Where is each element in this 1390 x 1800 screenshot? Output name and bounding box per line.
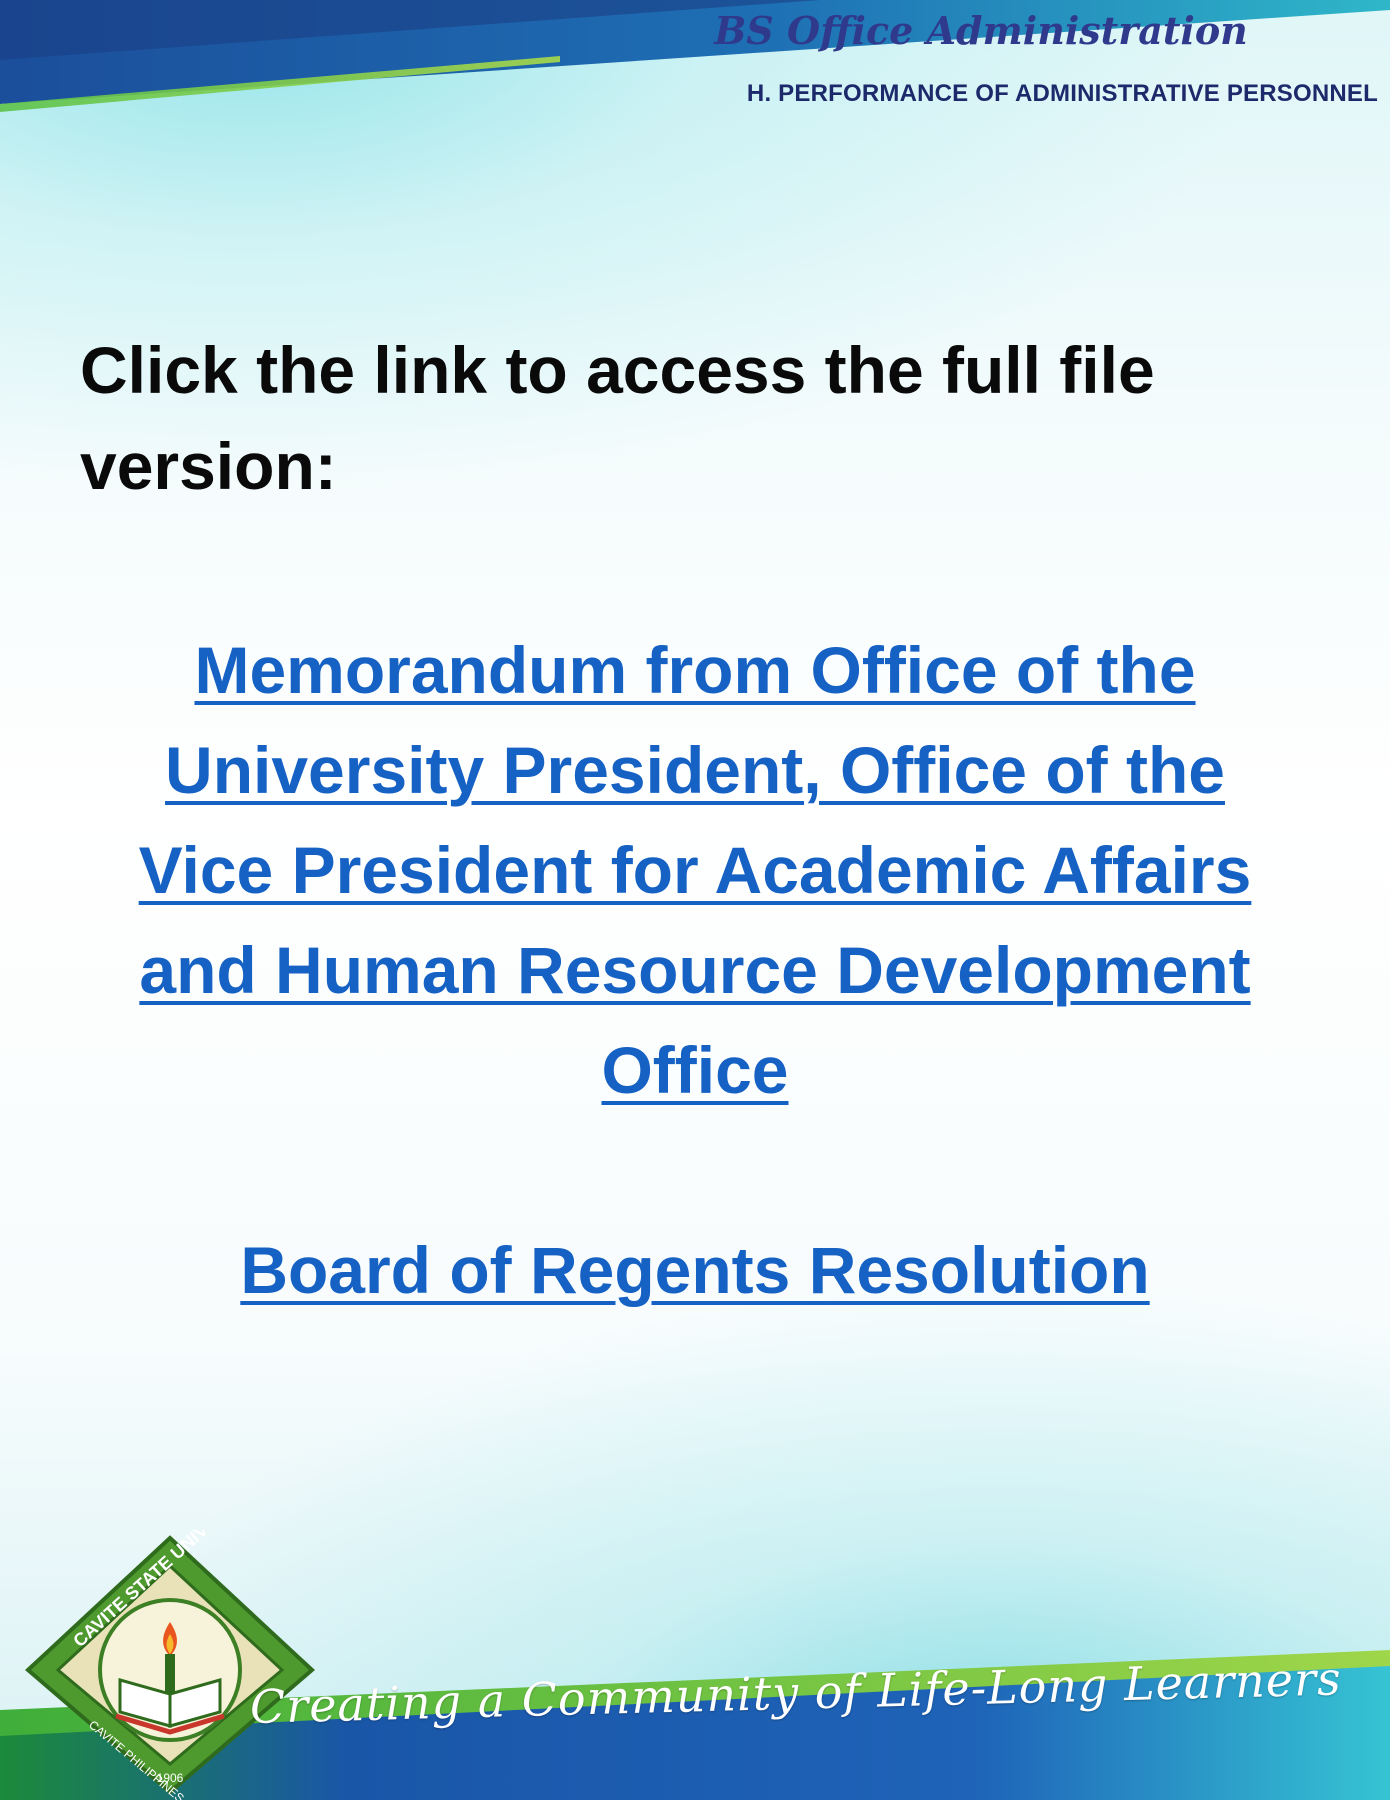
program-title: BS Office Administration	[714, 8, 1248, 53]
memorandum-link[interactable]: Memorandum from Office of the University…	[90, 620, 1300, 1120]
instruction-text: Click the link to access the full file v…	[80, 333, 1155, 503]
section-title: H. PERFORMANCE OF ADMINISTRATIVE PERSONN…	[746, 80, 1378, 107]
university-seal-icon: CAVITE STATE UNIVERSITY CAVITE PHILIPPIN…	[24, 1530, 316, 1800]
board-of-regents-resolution-link[interactable]: Board of Regents Resolution	[240, 1220, 1149, 1320]
seal-year: 1906	[157, 1771, 184, 1785]
link-list: Memorandum from Office of the University…	[90, 620, 1300, 1320]
